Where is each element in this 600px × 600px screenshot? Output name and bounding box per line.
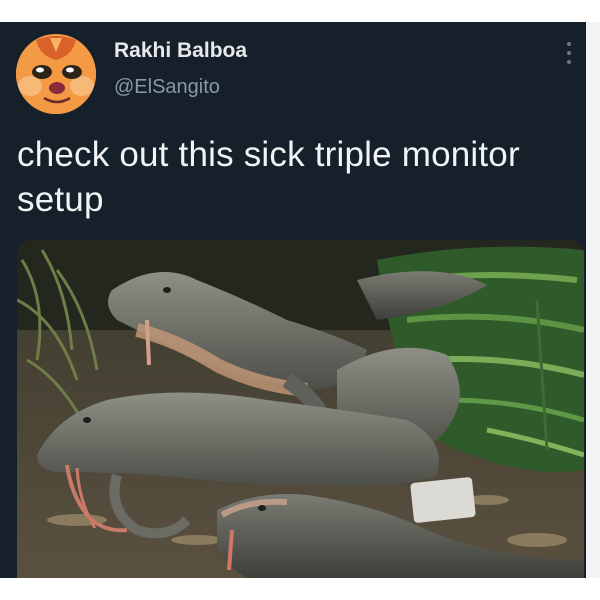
monitor-lizards-photo (17, 240, 584, 578)
tweet-photo[interactable] (17, 240, 584, 578)
menu-dot (567, 51, 571, 55)
display-name[interactable]: Rakhi Balboa (114, 39, 247, 63)
menu-dot (567, 42, 571, 46)
tweet-text: check out this sick triple monitor setup (17, 135, 520, 219)
tweet-card[interactable]: Rakhi Balboa @ElSangito check out this s… (0, 22, 586, 578)
page-edge-strip (586, 22, 600, 578)
menu-dot (567, 60, 571, 64)
user-handle[interactable]: @ElSangito (114, 76, 220, 99)
more-vertical-icon[interactable] (562, 38, 576, 68)
profile-avatar[interactable] (16, 34, 96, 114)
orange-cartoon-avatar-icon (16, 34, 96, 114)
